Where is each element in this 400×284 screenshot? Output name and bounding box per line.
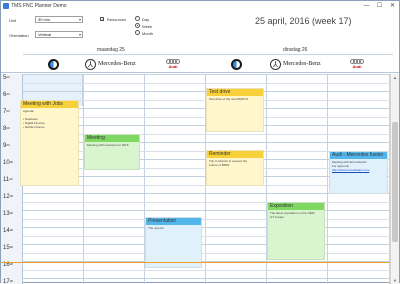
- app-icon: [3, 3, 9, 9]
- event-title: Audi - Mercedes fusion: [330, 152, 387, 159]
- planner-grid[interactable]: 500 600 700 800 900 1000 1100 1200 1300 …: [1, 74, 390, 284]
- unit-select[interactable]: 30 min ▾: [35, 16, 83, 23]
- event-title: Meeting with Jobs: [21, 101, 78, 108]
- hour-label: 1700: [3, 279, 14, 284]
- hour-label: 800: [3, 126, 10, 132]
- app-window: TMS FNC Planner Demo — ☐ ✕ Unit 30 min ▾…: [0, 0, 400, 284]
- event-notes: The latest exposition on the NEW GT Coup…: [270, 211, 315, 219]
- minimize-button[interactable]: —: [360, 1, 373, 11]
- view-month-radio[interactable]: [135, 30, 140, 35]
- event-meeting-with-jobs[interactable]: Meeting with Jobs Agenda: • Notebook • D…: [20, 100, 79, 186]
- unit-label: Unit: [9, 18, 17, 23]
- grid-line: [23, 218, 390, 220]
- window-title: TMS FNC Planner Demo: [11, 3, 67, 9]
- event-title: Meeting: [85, 135, 139, 142]
- mercedes-logo-icon: ⅄: [85, 59, 96, 70]
- event-notes: Meeting with Ernst Reinitz For approval …: [332, 160, 370, 172]
- hour-label: 1200: [3, 194, 14, 200]
- resources-label: Resources: [107, 17, 127, 22]
- event-notes: Meeting with investors for 2016: [87, 143, 129, 147]
- event-title: Test drive: [207, 89, 263, 96]
- event-link[interactable]: http://www.tmssoftware.com: [332, 168, 369, 172]
- scrollbar-thumb[interactable]: [392, 122, 398, 242]
- grid-line: [23, 278, 390, 279]
- bmw-logo-icon: [231, 59, 242, 70]
- resource-header-row: [1, 56, 399, 73]
- grid-line: [23, 244, 390, 245]
- hour-label: 500: [3, 75, 10, 81]
- grid-line: [23, 82, 390, 84]
- hour-label: 700: [3, 109, 10, 115]
- orientation-label: Orientation: [9, 33, 29, 38]
- grid-line: [23, 269, 390, 271]
- audi-logo-icon: Audi: [166, 59, 180, 69]
- event-notes: Test drive of the new BMW i8: [209, 97, 248, 101]
- day-header-monday[interactable]: maandag 25: [97, 47, 125, 53]
- event-presentation[interactable]: Presentation The new A1: [145, 217, 202, 268]
- date-title: 25 april, 2016 (week 17): [255, 16, 352, 26]
- hour-label: 1400: [3, 228, 14, 234]
- vertical-scrollbar[interactable]: ▲ ▼: [390, 74, 399, 284]
- event-title: Exposition: [268, 203, 324, 210]
- event-exposition[interactable]: Exposition The latest exposition on the …: [267, 202, 325, 260]
- event-audi-mercedes-fusion[interactable]: Audi - Mercedes fusion Meeting with Erns…: [329, 151, 388, 194]
- chevron-down-icon: ▾: [78, 17, 81, 22]
- close-button[interactable]: ✕: [386, 1, 399, 11]
- grid-line: [23, 74, 390, 75]
- mercedes-resource-label: Mercedes-Benz: [98, 61, 136, 67]
- event-meeting[interactable]: Meeting Meeting with investors for 2016: [84, 134, 140, 170]
- chevron-down-icon: ▾: [78, 32, 81, 37]
- grid-line: [23, 252, 390, 254]
- audi-resource-label: Audi: [168, 64, 178, 69]
- hour-label: 600: [3, 92, 10, 98]
- event-notes: The new A1: [148, 226, 164, 230]
- view-day-radio[interactable]: [135, 16, 140, 21]
- hour-label: 1300: [3, 211, 14, 217]
- event-notes: Agenda: • Notebook • Digital Finance • M…: [23, 109, 45, 129]
- event-notes: Trip to Munich to present the Future of …: [209, 159, 248, 167]
- audi-logo-icon: Audi: [350, 59, 364, 69]
- maximize-button[interactable]: ☐: [373, 1, 386, 11]
- event-title: Presentation: [146, 218, 201, 225]
- unit-select-value: 30 min: [38, 17, 51, 22]
- hour-label: 900: [3, 143, 10, 149]
- hour-label: 1000: [3, 160, 14, 166]
- grid-line: [23, 210, 390, 211]
- event-reminder[interactable]: Reminder Trip to Munich to present the F…: [206, 150, 264, 186]
- bmw-logo-icon: [48, 59, 59, 70]
- grid-line: [23, 235, 390, 237]
- mercedes-resource-label: Mercedes-Benz: [283, 61, 321, 67]
- grid-line: [23, 201, 390, 203]
- view-week-label: Week: [142, 24, 153, 29]
- view-week-radio[interactable]: [135, 23, 140, 28]
- grid-line: [23, 227, 390, 228]
- hour-label: 1100: [3, 177, 13, 183]
- event-test-drive[interactable]: Test drive Test drive of the new BMW i8: [206, 88, 264, 132]
- orientation-select-value: Vertical: [38, 32, 52, 37]
- view-day-label: Day: [142, 17, 150, 22]
- title-bar: TMS FNC Planner Demo — ☐ ✕: [1, 1, 399, 12]
- orientation-select[interactable]: Vertical ▾: [35, 31, 83, 38]
- hour-label: 1500: [3, 245, 14, 251]
- header-divider: [23, 54, 393, 55]
- view-month-label: Month: [142, 31, 154, 36]
- scroll-up-icon[interactable]: ▲: [391, 74, 399, 81]
- current-time-line: [1, 262, 390, 263]
- audi-resource-label: Audi: [352, 64, 362, 69]
- mercedes-logo-icon: ⅄: [270, 59, 281, 70]
- resources-checkbox[interactable]: ✓: [100, 17, 104, 22]
- day-header-tuesday[interactable]: dinsdag 26: [283, 47, 307, 53]
- event-title: Reminder: [207, 151, 263, 158]
